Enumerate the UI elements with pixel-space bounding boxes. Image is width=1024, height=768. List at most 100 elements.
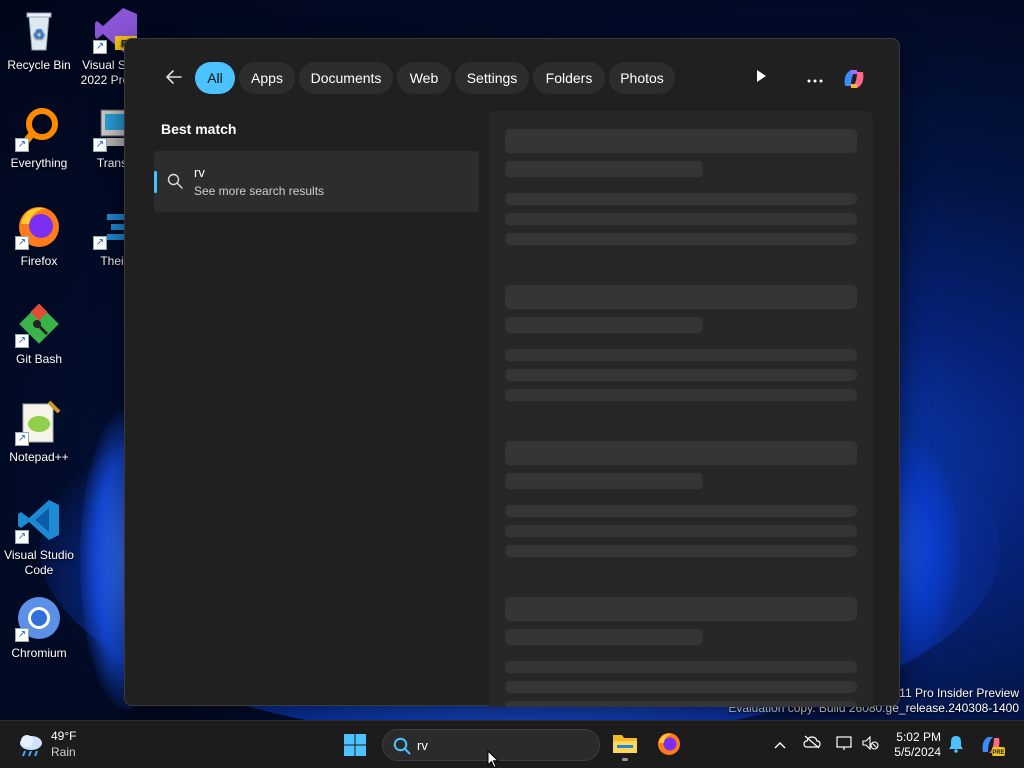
desktop-icon-label: Chromium [11,646,67,660]
taskbar-file-explorer[interactable] [611,731,639,761]
skeleton-line [505,701,857,707]
windows-logo-icon [344,734,366,756]
git-bash-icon: ↗ [15,300,63,348]
clock-time: 5:02 PM [896,730,941,744]
filter-chip-apps[interactable]: Apps [239,62,295,94]
skeleton-subtitle [505,317,703,333]
shortcut-arrow-icon: ↗ [93,40,107,54]
onedrive-status[interactable] [802,735,822,755]
skeleton-line [505,389,857,401]
copilot-taskbar-button[interactable]: PRE [978,732,1006,758]
skeleton-line [505,193,857,205]
filter-chip-all[interactable]: All [195,62,235,94]
taskbar-search-input[interactable] [417,736,587,754]
skeleton-subtitle [505,161,703,177]
shortcut-arrow-icon: ↗ [15,628,29,642]
search-icon [167,173,183,189]
show-hidden-icons-button[interactable] [770,735,790,755]
filter-chip-settings[interactable]: Settings [455,62,529,94]
taskbar-clock[interactable]: 5:02 PM 5/5/2024 [894,730,941,760]
cloud-offline-icon [803,735,821,749]
filter-chip-documents[interactable]: Documents [299,62,393,94]
skeleton-line [505,505,857,517]
back-button[interactable] [162,67,186,91]
preview-pane-loading [489,111,873,707]
best-match-result[interactable]: rv See more search results [154,151,479,212]
shortcut-arrow-icon: ↗ [15,530,29,544]
running-indicator [622,758,628,761]
svg-text:PRE: PRE [992,750,1004,756]
desktop-icon-firefox[interactable]: ↗ Firefox [0,202,78,269]
skeleton-line [505,681,857,693]
mouse-cursor-icon [487,750,499,768]
skeleton-title [505,285,857,309]
skeleton-line [505,525,857,537]
svg-text:♻: ♻ [33,26,46,42]
vscode-icon: ↗ [15,496,63,544]
skeleton-line [505,213,857,225]
rain-cloud-icon [20,735,42,757]
shortcut-arrow-icon: ↗ [93,138,107,152]
volume-status[interactable] [860,735,880,755]
desktop-icon-git-bash[interactable]: ↗ Git Bash [0,300,78,367]
best-match-subtitle: See more search results [194,184,325,198]
skeleton-line [505,545,857,557]
desktop-icon-notepadpp[interactable]: ↗ Notepad++ [0,398,78,465]
notifications-button[interactable] [946,735,966,755]
filter-chip-photos[interactable]: Photos [609,62,675,94]
skeleton-line [505,349,857,361]
skeleton-line [505,233,857,245]
play-button[interactable] [749,66,773,90]
recycle-bin-icon: ♻ [15,6,63,54]
search-panel: All Apps Documents Web Settings Folders … [124,38,900,707]
copilot-icon: PRE [982,737,1005,756]
desktop-icon-label: Git Bash [15,352,63,366]
weather-condition: Rain [51,745,76,759]
filter-chip-web[interactable]: Web [397,62,451,94]
desktop-icon-label: Notepad++ [9,450,69,464]
weather-temperature: 49°F [51,729,77,743]
taskbar: 49°F Rain rv 5:02 PM 5/5/2024 PRE [0,720,1024,768]
network-icon [836,736,852,750]
desktop-icon-recycle-bin[interactable]: ♻ Recycle Bin [0,6,78,73]
skeleton-title [505,129,857,153]
chevron-up-icon [774,742,786,749]
firefox-icon [658,733,680,755]
volume-muted-icon [862,735,879,751]
shortcut-arrow-icon: ↗ [15,432,29,446]
skeleton-title [505,441,857,465]
notepadpp-icon: ↗ [15,398,63,446]
desktop-icon-chromium[interactable]: ↗ Chromium [0,594,78,661]
desktop-icon-label: Recycle Bin [7,58,71,72]
back-arrow-icon [166,70,182,84]
network-status[interactable] [834,735,854,755]
shortcut-arrow-icon: ↗ [93,236,107,250]
shortcut-arrow-icon: ↗ [15,334,29,348]
bell-icon [949,736,963,753]
desktop-icon-label: Visual Studio Code [4,548,74,577]
desktop-icon-label: Firefox [20,254,58,268]
start-button[interactable] [343,733,367,757]
everything-icon: ↗ [15,104,63,152]
search-icon [393,737,411,755]
more-options-button[interactable] [803,66,827,90]
more-dots-icon [807,79,823,83]
weather-widget[interactable]: 49°F Rain [10,721,80,768]
copilot-button[interactable] [839,64,869,94]
desktop-icon-vscode[interactable]: ↗ Visual Studio Code [0,496,78,578]
shortcut-arrow-icon: ↗ [15,138,29,152]
desktop-icon-everything[interactable]: ↗ Everything [0,104,78,171]
firefox-icon: ↗ [15,202,63,250]
clock-date: 5/5/2024 [894,745,941,759]
taskbar-firefox[interactable] [656,731,682,757]
best-match-heading: Best match [161,121,237,137]
filter-chip-folders[interactable]: Folders [533,62,605,94]
shortcut-arrow-icon: ↗ [15,236,29,250]
selection-accent [154,171,157,193]
skeleton-subtitle [505,629,703,645]
play-icon [757,70,766,82]
best-match-query: rv [194,165,205,180]
copilot-icon [844,70,864,88]
skeleton-title [505,597,857,621]
watermark-line-1: s 11 Pro Insider Preview [889,686,1019,700]
